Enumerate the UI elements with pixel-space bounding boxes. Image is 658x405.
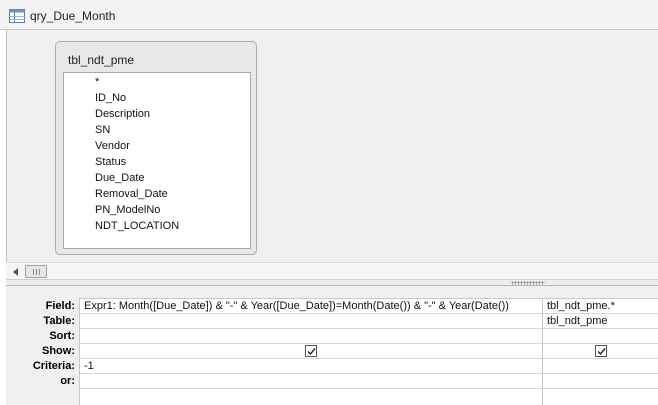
table-cell[interactable] (80, 314, 542, 329)
row-label-table: Table: (43, 315, 75, 327)
grid-column-2[interactable]: tbl_ndt_pme.* tbl_ndt_pme (543, 299, 658, 405)
query-icon (9, 9, 25, 23)
grid-column-1[interactable]: Expr1: Month([Due_Date]) & "-" & Year([D… (80, 299, 543, 405)
row-label-sort: Sort: (49, 330, 75, 342)
or-cell[interactable] (80, 374, 542, 389)
criteria-cell[interactable] (543, 359, 658, 374)
row-label-show: Show: (42, 345, 75, 357)
field-list[interactable]: * ID_No Description SN Vendor Status Due… (63, 72, 251, 249)
design-pane-horizontal-scrollbar[interactable] (6, 262, 658, 280)
criteria-cell[interactable]: -1 (80, 359, 542, 374)
or-cell[interactable] (543, 374, 658, 389)
design-grid-area: Field: Table: Sort: Show: Criteria: or: … (6, 286, 658, 405)
field-list-item[interactable]: * (64, 74, 250, 90)
sort-cell[interactable] (543, 329, 658, 344)
grid-row-labels: Field: Table: Sort: Show: Criteria: or: (6, 299, 79, 389)
field-cell[interactable]: tbl_ndt_pme.* (543, 299, 658, 314)
query-title: qry_Due_Month (30, 9, 116, 23)
row-label-field: Field: (45, 300, 75, 312)
row-label-criteria: Criteria: (32, 360, 75, 372)
checkmark-icon (597, 348, 606, 356)
scroll-left-button[interactable] (7, 264, 23, 279)
query-design-pane[interactable]: tbl_ndt_pme * ID_No Description SN Vendo… (6, 30, 658, 262)
show-cell[interactable] (543, 344, 658, 359)
show-checkbox[interactable] (594, 345, 607, 357)
field-list-item[interactable]: Removal_Date (64, 186, 250, 202)
field-list-item[interactable]: Description (64, 106, 250, 122)
query-title-bar: qry_Due_Month (0, 0, 658, 30)
field-list-item[interactable]: PN_ModelNo (64, 202, 250, 218)
field-list-item[interactable]: Status (64, 154, 250, 170)
field-list-item[interactable]: NDT_LOCATION (64, 218, 250, 234)
field-list-item[interactable]: Due_Date (64, 170, 250, 186)
field-list-item[interactable]: SN (64, 122, 250, 138)
table-field-list[interactable]: tbl_ndt_pme * ID_No Description SN Vendo… (55, 41, 257, 255)
table-name[interactable]: tbl_ndt_pme (68, 53, 134, 67)
checkmark-icon (307, 348, 316, 356)
show-cell[interactable] (80, 344, 542, 359)
row-label-or: or: (60, 375, 75, 387)
splitter-grip-icon[interactable] (511, 281, 545, 285)
query-design-grid[interactable]: Expr1: Month([Due_Date]) & "-" & Year([D… (79, 298, 658, 405)
scrollbar-thumb[interactable] (25, 265, 47, 278)
show-checkbox[interactable] (305, 345, 317, 357)
field-cell[interactable]: Expr1: Month([Due_Date]) & "-" & Year([D… (80, 299, 542, 314)
field-list-item[interactable]: ID_No (64, 90, 250, 106)
sort-cell[interactable] (80, 329, 542, 344)
arrow-left-icon (12, 267, 18, 276)
table-cell[interactable]: tbl_ndt_pme (543, 314, 658, 329)
field-list-item[interactable]: Vendor (64, 138, 250, 154)
